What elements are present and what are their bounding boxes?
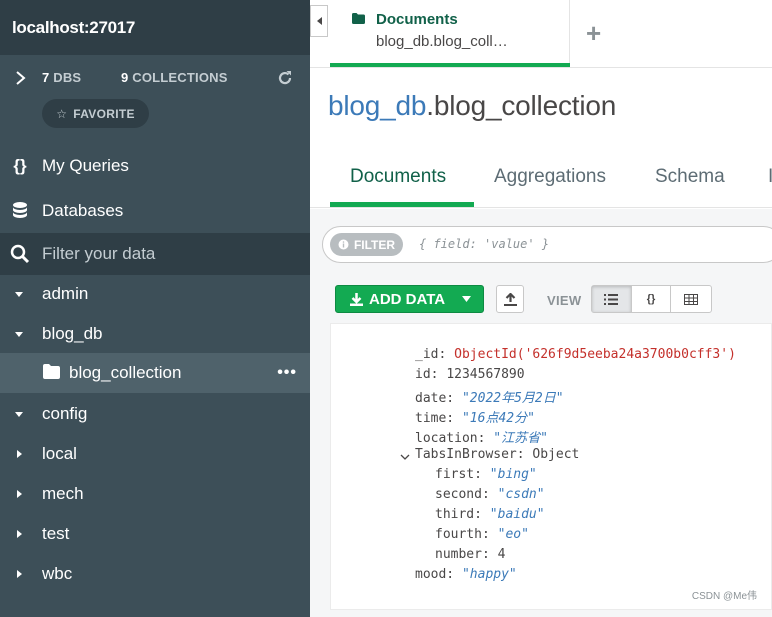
upload-icon xyxy=(503,292,517,306)
caret-down-icon xyxy=(15,332,23,337)
filter-query-input[interactable]: { field: 'value' } xyxy=(419,237,549,251)
field-row: date: "2022年5月2日" xyxy=(415,391,564,406)
nav-my-queries[interactable]: {} My Queries xyxy=(0,144,310,188)
query-toolbar: FILTER { field: 'value' } ADD DATA VIEW … xyxy=(310,209,772,323)
sidebar-filter[interactable]: Filter your data xyxy=(0,233,310,275)
info-icon xyxy=(338,239,349,250)
caret-right-icon xyxy=(17,450,22,458)
add-data-label: ADD DATA xyxy=(369,290,446,308)
active-tab-indicator xyxy=(330,63,570,67)
namespace-title: blog_db.blog_collection xyxy=(328,90,616,122)
db-name: wbc xyxy=(42,564,73,583)
field-row: id: 1234567890 xyxy=(415,367,525,382)
db-name: local xyxy=(42,444,77,463)
namespace-collection: .blog_collection xyxy=(426,90,617,121)
braces-icon: {} xyxy=(646,293,656,305)
namespace-db-link[interactable]: blog_db xyxy=(328,90,426,121)
sidebar-db-mech[interactable]: mech xyxy=(0,474,310,514)
field-row: fourth: "eo" xyxy=(435,527,529,542)
field-row: location: "江苏省" xyxy=(415,431,548,446)
main-panel: Documents blog_db.blog_coll… + blog_db.b… xyxy=(310,0,772,617)
add-data-button[interactable]: ADD DATA xyxy=(335,285,484,313)
collections-count: 9 COLLECTIONS xyxy=(121,70,228,85)
tab-subtitle: blog_db.blog_coll… xyxy=(376,33,508,50)
field-row: number: 4 xyxy=(435,547,506,562)
field-row: second: "csdn" xyxy=(435,487,545,502)
nav-my-queries-label: My Queries xyxy=(42,156,129,175)
add-tab-button[interactable]: + xyxy=(586,18,601,49)
collection-name: blog_collection xyxy=(69,363,182,382)
subtab-indexes[interactable]: I xyxy=(768,166,772,188)
sidebar-collection-blog-collection[interactable]: blog_collection ••• xyxy=(0,353,310,393)
folder-icon xyxy=(352,13,365,24)
caret-down-icon xyxy=(15,412,23,417)
chevron-down-icon[interactable] xyxy=(400,452,410,462)
collection-subtabs: Documents Aggregations Schema I xyxy=(310,150,772,208)
folder-icon xyxy=(43,364,60,379)
table-view-button[interactable] xyxy=(671,286,711,312)
active-subtab-indicator xyxy=(330,202,474,207)
connection-host[interactable]: localhost:27017 xyxy=(0,0,310,55)
field-row: time: "16点42分" xyxy=(415,411,535,426)
refresh-icon[interactable] xyxy=(276,69,294,87)
caret-right-icon xyxy=(17,570,22,578)
sidebar-filter-input[interactable]: Filter your data xyxy=(42,244,155,264)
database-icon xyxy=(10,201,30,221)
db-name: test xyxy=(42,524,70,543)
sidebar-db-admin[interactable]: admin xyxy=(0,274,310,314)
sidebar-db-local[interactable]: local xyxy=(0,434,310,474)
tab-documents[interactable]: Documents blog_db.blog_coll… xyxy=(330,0,570,67)
dbs-count: 7 DBS xyxy=(42,70,82,85)
sidebar-db-blog-db[interactable]: blog_db xyxy=(0,314,310,354)
field-row: third: "baidu" xyxy=(435,507,545,522)
table-icon xyxy=(684,293,699,305)
collapse-sidebar-button[interactable] xyxy=(310,5,328,37)
sidebar-db-config[interactable]: config xyxy=(0,394,310,434)
caret-down-icon xyxy=(462,296,471,302)
query-filter-bar[interactable]: FILTER { field: 'value' } xyxy=(322,226,772,263)
caret-right-icon xyxy=(17,530,22,538)
db-name: config xyxy=(42,404,88,423)
documents-list: _id: ObjectId('626f9d5eeba24a3700b0cff3'… xyxy=(310,323,772,617)
json-view-button[interactable]: {} xyxy=(632,286,672,312)
watermark: CSDN @Me伟 xyxy=(691,591,757,602)
sidebar-db-test[interactable]: test xyxy=(0,514,310,554)
chevron-right-icon[interactable] xyxy=(14,69,28,87)
list-view-button[interactable] xyxy=(592,286,632,312)
document-card[interactable]: _id: ObjectId('626f9d5eeba24a3700b0cff3'… xyxy=(330,323,772,610)
filter-pill: FILTER xyxy=(330,233,403,256)
favorite-button[interactable]: ☆ FAVORITE xyxy=(42,99,149,128)
braces-icon: {} xyxy=(13,156,27,175)
download-icon xyxy=(350,292,363,306)
subtab-aggregations[interactable]: Aggregations xyxy=(494,166,606,188)
filter-label: FILTER xyxy=(353,237,396,252)
db-name: blog_db xyxy=(42,324,103,343)
nav-databases[interactable]: Databases xyxy=(0,189,310,233)
star-icon: ☆ xyxy=(56,106,68,121)
subtab-schema[interactable]: Schema xyxy=(655,166,725,188)
view-label: VIEW xyxy=(547,293,582,308)
sidebar: localhost:27017 7 DBS 9 COLLECTIONS ☆ FA… xyxy=(0,0,310,617)
db-name: admin xyxy=(42,284,89,303)
caret-left-icon xyxy=(317,17,322,25)
workspace-tabbar: Documents blog_db.blog_coll… + xyxy=(310,0,772,68)
favorite-label: FAVORITE xyxy=(73,106,135,121)
field-row: mood: "happy" xyxy=(415,567,517,582)
field-nested: TabsInBrowser: Object xyxy=(415,447,580,462)
db-name: mech xyxy=(42,484,84,503)
sidebar-db-wbc[interactable]: wbc xyxy=(0,554,310,594)
field-row: first: "bing" xyxy=(435,467,537,482)
list-icon xyxy=(604,293,619,305)
export-button[interactable] xyxy=(496,285,524,313)
subtab-documents[interactable]: Documents xyxy=(350,166,446,188)
field-id: _id: ObjectId('626f9d5eeba24a3700b0cff3'… xyxy=(415,347,736,362)
view-mode-switch: {} xyxy=(591,285,712,313)
tab-title: Documents xyxy=(376,11,458,28)
caret-right-icon xyxy=(17,490,22,498)
instance-stats: 7 DBS 9 COLLECTIONS xyxy=(0,55,310,103)
nav-databases-label: Databases xyxy=(42,201,124,220)
search-icon xyxy=(10,244,30,264)
more-options-icon[interactable]: ••• xyxy=(277,364,297,382)
caret-down-icon xyxy=(15,292,23,297)
